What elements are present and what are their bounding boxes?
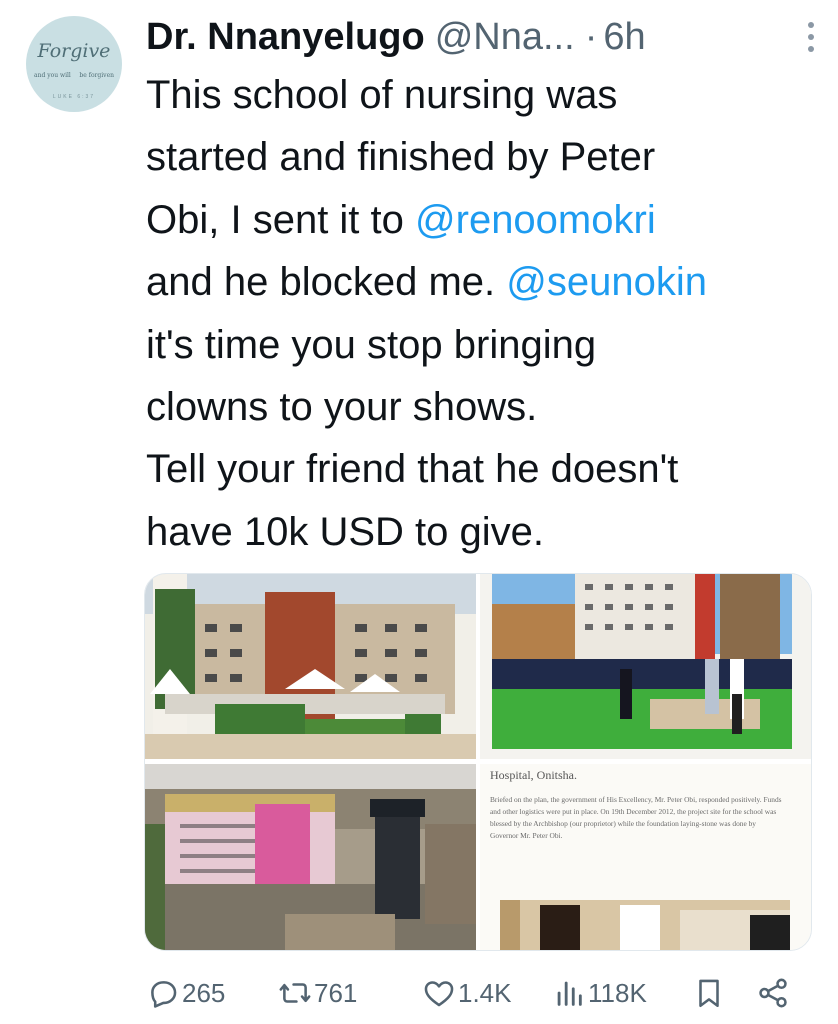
- mention-link[interactable]: @seunokin: [506, 260, 707, 304]
- tweet-text-segment: started and finished by Peter: [146, 135, 656, 180]
- tweet-text-line: it's time you stop bringing: [146, 314, 826, 376]
- author-avatar[interactable]: Forgive and you will be forgiven LUKE 6:…: [26, 16, 122, 112]
- avatar-bottom-text: LUKE 6:37: [52, 94, 96, 100]
- author-handle[interactable]: @Nna...: [435, 16, 575, 59]
- media-photo-graduation[interactable]: [480, 574, 811, 759]
- tweet-text-segment: clowns to your shows.: [146, 385, 538, 430]
- tweet-text-line: and he blocked me. @seunokin: [146, 251, 826, 313]
- tweet-text-segment: Obi, I sent it to: [146, 197, 416, 242]
- tweet-text: This school of nursing was started and fi…: [146, 64, 826, 563]
- like-button[interactable]: 1.4K: [422, 968, 512, 1018]
- avatar-subtext: and you will be forgiven: [34, 72, 114, 79]
- views-chart-icon: [557, 981, 582, 1006]
- share-icon: [759, 978, 787, 1008]
- media-grid: Hospital, Onitsha. Briefed on the plan, …: [144, 573, 812, 951]
- tweet-header: Dr. Nnanyelugo @Nna... · 6h: [146, 10, 818, 64]
- tweet-text-segment: This school of nursing was: [146, 73, 618, 117]
- author-display-name[interactable]: Dr. Nnanyelugo: [146, 16, 425, 59]
- retweet-count: 761: [314, 977, 358, 1008]
- media-photo-school-building[interactable]: [145, 574, 476, 759]
- tweet-text-line: Tell your friend that he doesn't: [146, 438, 826, 500]
- mention-link[interactable]: @renoomokri: [415, 198, 656, 242]
- document-body: Briefed on the plan, the government of H…: [490, 795, 782, 840]
- avatar-word: Forgive: [37, 40, 111, 62]
- avatar-left-text: and you will: [34, 72, 71, 79]
- views-count: 118K: [588, 977, 647, 1008]
- tweet-text-segment: and he blocked me.: [146, 260, 507, 305]
- reply-count: 265: [182, 977, 226, 1008]
- tweet-text-segment: it's time you stop bringing: [146, 322, 597, 367]
- like-count: 1.4K: [458, 977, 512, 1008]
- reply-icon: [151, 981, 177, 1008]
- separator-dot: ·: [584, 15, 598, 58]
- retweet-icon: [279, 983, 311, 1003]
- share-button[interactable]: [756, 968, 792, 1018]
- media-photo-aerial-view[interactable]: [145, 764, 476, 950]
- bookmark-button[interactable]: [692, 968, 728, 1018]
- more-options-icon[interactable]: [806, 22, 816, 52]
- tweet-text-line: This school of nursing was: [146, 64, 826, 126]
- tweet-text-line: Obi, I sent it to @renoomokri: [146, 189, 826, 251]
- tweet-text-line: started and finished by Peter: [146, 126, 826, 188]
- bookmark-icon: [699, 979, 719, 1008]
- reply-button[interactable]: 265: [146, 968, 225, 1018]
- avatar-right-text: be forgiven: [79, 72, 114, 79]
- tweet-text-line: have 10k USD to give.: [146, 501, 826, 563]
- media-document-scan[interactable]: Hospital, Onitsha. Briefed on the plan, …: [480, 764, 811, 950]
- tweet-text-segment: have 10k USD to give.: [146, 509, 544, 554]
- document-photo: [500, 900, 790, 950]
- tweet-text-segment: Tell your friend that he doesn't: [146, 447, 679, 492]
- retweet-button[interactable]: 761: [278, 968, 357, 1018]
- document-heading: Hospital, Onitsha.: [490, 768, 577, 782]
- views-button[interactable]: 118K: [552, 968, 647, 1018]
- tweet-timestamp[interactable]: 6h: [603, 16, 645, 59]
- heart-icon: [424, 981, 454, 1007]
- tweet-text-line: clowns to your shows.: [146, 376, 826, 438]
- tweet-actions: 265 761 1.4K 118K: [144, 968, 804, 1018]
